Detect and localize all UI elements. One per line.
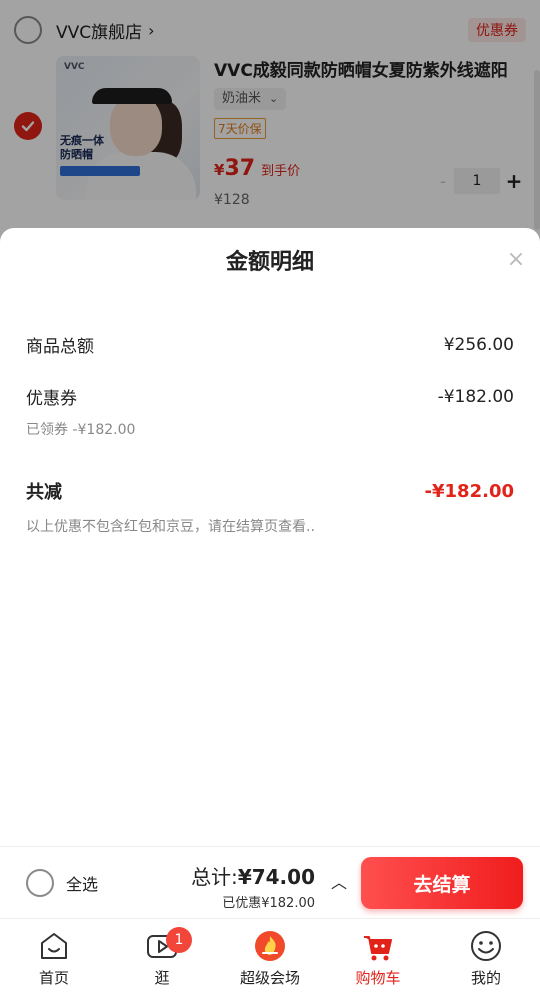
amount-detail-sheet: 金额明细 × 商品总额 ¥256.00 优惠券 -¥182.00 已领券 -¥1… [0,228,540,846]
sheet-title: 金额明细 [225,250,314,275]
goods-total-row: 商品总额 ¥256.00 [26,332,514,358]
smile-icon [469,929,503,963]
modal-overlay[interactable] [0,0,540,250]
cart-total-prefix: 总计: [191,865,238,889]
flame-icon [253,929,287,963]
close-icon[interactable]: × [506,249,526,271]
tab-super-venue-label: 超级会场 [239,969,300,987]
tab-home-label: 首页 [38,969,69,987]
cart-discount: 已优惠¥182.00 [222,896,315,911]
tab-browse-label: 逛 [154,969,170,987]
select-all[interactable]: 全选 [26,869,98,897]
cart-icon [361,929,395,963]
total-reduction-amount: -¥182.00 [424,480,514,502]
tab-mine-label: 我的 [470,969,501,987]
bottom-tab-bar: 首页 1 逛 超级会场 购物车 我的 [0,918,540,993]
cart-total: 总计:¥74.00 [191,861,315,890]
tab-cart[interactable]: 购物车 [324,919,432,993]
coupon-row: 优惠券 -¥182.00 [26,384,514,410]
tab-browse-badge: 1 [166,927,192,953]
disclaimer-text: 以上优惠不包含红包和京豆，请在结算页查看.. [26,519,315,535]
chevron-up-icon[interactable]: ︿ [331,869,347,893]
coupon-label: 优惠券 [26,389,77,409]
tab-browse[interactable]: 1 逛 [108,919,216,993]
coupon-note: 已领券 -¥182.00 [26,422,136,438]
tab-super-venue[interactable]: 超级会场 [216,919,324,993]
checkout-button[interactable]: 去结算 [361,857,523,909]
tab-mine[interactable]: 我的 [432,919,540,993]
home-icon [37,929,71,963]
checkout-bar: 全选 总计:¥74.00 已优惠¥182.00 ︿ 去结算 [0,846,540,918]
select-all-label: 全选 [66,875,99,894]
coupon-amount: -¥182.00 [437,386,514,407]
select-all-radio[interactable] [26,869,54,897]
goods-total-amount: ¥256.00 [443,334,514,355]
goods-total-label: 商品总额 [26,337,94,357]
tab-home[interactable]: 首页 [0,919,108,993]
total-reduction-label: 共减 [26,482,62,503]
total-reduction-row: 共减 -¥182.00 [26,478,514,504]
cart-total-amount: ¥74.00 [237,865,315,889]
tab-cart-label: 购物车 [355,969,401,987]
